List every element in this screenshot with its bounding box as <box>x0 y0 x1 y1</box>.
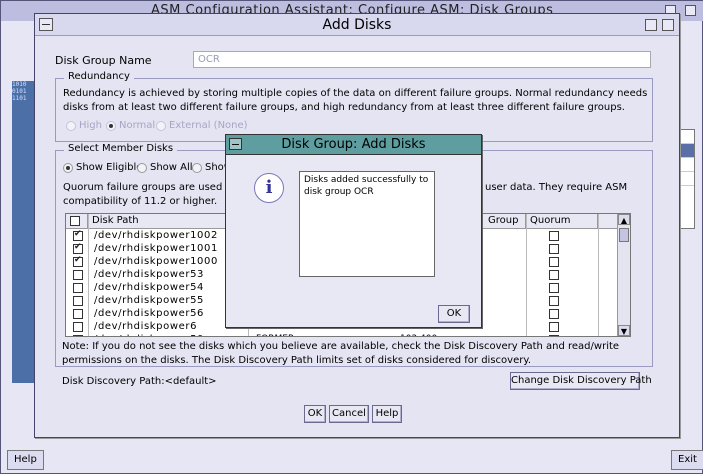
radio-label: External (None) <box>169 120 248 131</box>
background-banner-image: 1010 0101 1101 <box>12 81 34 383</box>
maximize-icon[interactable] <box>685 5 696 16</box>
checkbox-icon[interactable] <box>73 296 83 306</box>
banner-binary-text: 1101 <box>12 95 27 102</box>
quorum-text-right: user data. They require ASM <box>485 182 628 193</box>
discovery-note: Note: If you do not see the disks which … <box>62 341 620 366</box>
discovery-path-label: Disk Discovery Path:<default> <box>62 376 217 387</box>
redundancy-normal-radio[interactable]: Normal <box>106 120 155 131</box>
disk-path-cell: /dev/rhdiskpower54 <box>94 282 204 293</box>
quorum-checkbox-icon[interactable] <box>549 270 559 280</box>
cancel-button[interactable]: Cancel <box>329 405 369 423</box>
checkbox-icon[interactable] <box>73 283 83 293</box>
add-disks-message-dialog: Disk Group: Add Disks i Disks added succ… <box>225 134 482 328</box>
dialog-titlebar: Add Disks <box>35 14 679 36</box>
radio-icon <box>156 120 166 131</box>
radio-label: Normal <box>119 120 156 131</box>
change-discovery-path-button[interactable]: Change Disk Discovery Path <box>510 372 652 390</box>
quorum-text-left-2: compatibility of 11.2 or higher. <box>63 196 218 207</box>
disk-path-cell: /dev/rhdiskpower1000 <box>94 256 218 267</box>
redundancy-high-radio[interactable]: High <box>66 120 102 131</box>
checkbox-icon[interactable] <box>73 309 83 319</box>
redundancy-group: Redundancy Redundancy is achieved by sto… <box>55 71 653 142</box>
quorum-checkbox-icon[interactable] <box>549 296 559 306</box>
disk-group-name-label: Disk Group Name <box>55 54 152 67</box>
disk-path-cell: /dev/rhdiskpower1002 <box>94 230 218 241</box>
scroll-down-icon[interactable]: ▼ <box>618 325 630 336</box>
popup-title: Disk Group: Add Disks <box>281 137 426 152</box>
banner-binary-text: 1010 <box>12 81 27 88</box>
quorum-text-left: Quorum failure groups are used to st <box>63 182 248 193</box>
radio-selected-icon <box>106 120 116 131</box>
banner-binary-text: 0101 <box>12 88 27 95</box>
dialog-title: Add Disks <box>322 17 392 33</box>
radio-icon <box>66 120 76 131</box>
scroll-thumb[interactable] <box>619 228 629 242</box>
disk-status-cell: FORMER <box>256 334 294 336</box>
table-row[interactable]: /dev/rhdiskpower50 FORMER 102,400 <box>66 334 630 336</box>
quorum-checkbox-icon[interactable] <box>549 257 559 267</box>
popup-message: Disks added successfully to disk group O… <box>299 171 435 277</box>
minimize-icon[interactable] <box>645 19 657 31</box>
quorum-checkbox-icon[interactable] <box>549 244 559 254</box>
redundancy-description: Redundancy is achieved by storing multip… <box>63 88 648 113</box>
quorum-checkbox-icon[interactable] <box>549 322 559 332</box>
radio-icon <box>137 162 147 173</box>
checkbox-icon[interactable] <box>73 270 83 280</box>
maximize-icon[interactable] <box>662 19 674 31</box>
show-all-radio[interactable]: Show All <box>137 162 193 173</box>
popup-titlebar: Disk Group: Add Disks <box>226 135 481 155</box>
show-eligible-radio[interactable]: Show Eligible <box>63 162 142 173</box>
table-scrollbar[interactable]: ▲ ▼ <box>617 214 630 336</box>
disk-path-cell: /dev/rhdiskpower1001 <box>94 243 218 254</box>
column-quorum[interactable]: Quorum <box>526 214 598 229</box>
disk-path-cell: /dev/rhdiskpower50 <box>94 334 204 336</box>
member-disks-legend: Select Member Disks <box>64 143 178 154</box>
disk-group-name-field[interactable]: OCR <box>193 51 651 68</box>
checkbox-icon[interactable] <box>73 322 83 332</box>
disk-path-cell: /dev/rhdiskpower6 <box>94 321 198 332</box>
radio-label: Show Eligible <box>76 162 143 173</box>
disk-size-cell: 102,400 <box>400 334 437 336</box>
disk-path-cell: /dev/rhdiskpower56 <box>94 308 204 319</box>
radio-icon <box>192 162 202 173</box>
radio-label: High <box>79 120 102 131</box>
checkbox-icon[interactable] <box>73 335 83 336</box>
background-exit-button[interactable]: Exit <box>671 450 703 470</box>
column-disk-path[interactable]: Disk Path <box>88 214 248 229</box>
redundancy-external-radio[interactable]: External (None) <box>156 120 248 131</box>
select-all-header[interactable] <box>66 214 88 229</box>
column-group[interactable]: Group <box>484 214 526 229</box>
checkbox-checked-icon[interactable] <box>73 229 83 241</box>
scroll-up-icon[interactable]: ▲ <box>618 214 630 225</box>
disk-path-cell: /dev/rhdiskpower53 <box>94 269 204 280</box>
checkbox-checked-icon[interactable] <box>73 242 83 254</box>
checkbox-checked-icon[interactable] <box>73 255 83 267</box>
checkbox-icon[interactable] <box>70 216 80 226</box>
redundancy-legend: Redundancy <box>64 71 134 82</box>
quorum-checkbox-icon[interactable] <box>549 309 559 319</box>
radio-selected-icon <box>63 162 73 173</box>
background-help-button[interactable]: Help <box>7 450 44 470</box>
quorum-checkbox-icon[interactable] <box>549 283 559 293</box>
quorum-checkbox-icon[interactable] <box>549 335 559 336</box>
help-button[interactable]: Help <box>372 405 402 423</box>
radio-label: Show All <box>150 162 193 173</box>
popup-ok-button[interactable]: OK <box>438 305 470 323</box>
quorum-checkbox-icon[interactable] <box>549 231 559 241</box>
disk-path-cell: /dev/rhdiskpower55 <box>94 295 204 306</box>
ok-button[interactable]: OK <box>304 405 326 423</box>
info-icon: i <box>254 173 284 203</box>
